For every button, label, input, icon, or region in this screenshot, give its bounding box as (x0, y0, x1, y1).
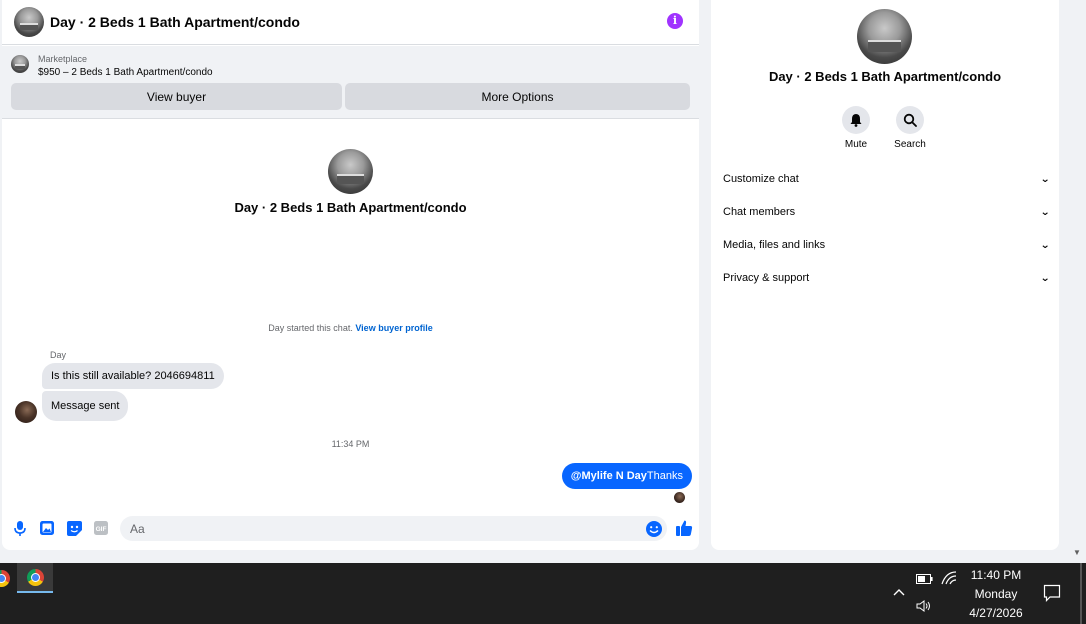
chevron-down-icon: ⌄ (1039, 239, 1050, 251)
sticker-icon[interactable] (66, 520, 82, 536)
section-customize-chat[interactable]: Customize chat ⌄ (723, 167, 1050, 191)
intro-title: Day · 2 Beds 1 Bath Apartment/condo (234, 200, 467, 215)
chat-avatar[interactable] (14, 7, 44, 37)
show-hidden-icons-chevron-icon[interactable] (893, 585, 905, 599)
wifi-icon[interactable] (941, 571, 957, 588)
message-bubble-incoming[interactable]: Message sent (42, 391, 129, 421)
message-input[interactable] (120, 516, 667, 541)
chat-panel: Day · 2 Beds 1 Bath Apartment/condo i Ma… (2, 0, 699, 550)
taskbar-clock[interactable]: 11:40 PM Monday 4/27/2026 (956, 566, 1036, 623)
section-label: Chat members (723, 206, 796, 218)
more-options-button[interactable]: More Options (345, 83, 690, 110)
chevron-down-icon: ⌄ (1039, 173, 1050, 185)
microphone-icon[interactable] (12, 520, 28, 536)
message-timestamp: 11:34 PM (331, 439, 370, 449)
info-avatar[interactable] (857, 9, 912, 64)
mention-tag[interactable]: @Mylife N Day (571, 470, 647, 482)
emoji-icon[interactable] (645, 520, 663, 538)
listing-title[interactable]: $950 – 2 Beds 1 Bath Apartment/condo (38, 67, 213, 78)
volume-icon[interactable] (916, 600, 931, 615)
gif-icon[interactable]: GIF (93, 520, 109, 536)
mute-button[interactable]: Mute (831, 106, 881, 150)
chat-title[interactable]: Day · 2 Beds 1 Bath Apartment/condo (50, 14, 300, 30)
search-label: Search (894, 139, 926, 150)
section-privacy-support[interactable]: Privacy & support ⌄ (723, 266, 1050, 290)
mute-label: Mute (844, 139, 868, 150)
chat-started-notice: Day started this chat. View buyer profil… (2, 323, 699, 333)
seen-indicator-avatar (674, 492, 685, 503)
sender-name: Day (50, 350, 67, 360)
chevron-down-icon: ⌄ (1039, 206, 1050, 218)
intro-avatar (328, 149, 373, 194)
image-icon[interactable] (39, 520, 55, 536)
search-icon[interactable] (896, 106, 924, 134)
section-label: Customize chat (723, 173, 799, 185)
section-label: Media, files and links (723, 239, 826, 251)
notification-center-icon[interactable] (1043, 584, 1061, 602)
outgoing-message-text: Thanks (646, 470, 683, 482)
clock-day: Monday (974, 587, 1018, 601)
clock-time: 11:40 PM (970, 568, 1022, 582)
show-desktop-button[interactable] (1080, 563, 1082, 624)
chevron-down-icon: ⌄ (1039, 272, 1050, 284)
info-title: Day · 2 Beds 1 Bath Apartment/condo (768, 69, 1002, 84)
chat-started-text: Day started this chat. (268, 323, 353, 333)
info-icon[interactable]: i (667, 13, 683, 29)
message-bubble-outgoing[interactable]: @Mylife N Day Thanks (561, 463, 692, 489)
battery-icon[interactable] (916, 573, 933, 587)
section-chat-members[interactable]: Chat members ⌄ (723, 200, 1050, 224)
message-bubble-incoming[interactable]: Is this still available? 2046694811 (42, 363, 224, 389)
chrome-icon (0, 569, 10, 587)
scrollbar-down-arrow[interactable]: ▼ (1073, 548, 1081, 557)
bell-icon[interactable] (842, 106, 870, 134)
conversation-info-panel: Day · 2 Beds 1 Bath Apartment/condo Mute… (711, 0, 1059, 550)
view-buyer-profile-link[interactable]: View buyer profile (355, 323, 432, 333)
listing-source: Marketplace (38, 54, 88, 64)
listing-thumbnail[interactable] (11, 55, 29, 73)
chrome-icon (26, 568, 44, 586)
view-buyer-button[interactable]: View buyer (11, 83, 342, 110)
chat-header: Day · 2 Beds 1 Bath Apartment/condo i (2, 0, 699, 45)
taskbar-app-partial[interactable] (0, 563, 10, 593)
like-icon[interactable] (675, 519, 693, 537)
section-media-files-links[interactable]: Media, files and links ⌄ (723, 233, 1050, 257)
listing-bar: Marketplace $950 – 2 Beds 1 Bath Apartme… (2, 46, 699, 119)
svg-text:GIF: GIF (96, 526, 107, 533)
taskbar: 11:40 PM Monday 4/27/2026 (0, 563, 1086, 624)
clock-date: 4/27/2026 (969, 606, 1023, 620)
search-button[interactable]: Search (885, 106, 935, 150)
sender-avatar[interactable] (15, 401, 37, 423)
section-label: Privacy & support (723, 272, 810, 284)
taskbar-app-chrome[interactable] (17, 563, 53, 593)
